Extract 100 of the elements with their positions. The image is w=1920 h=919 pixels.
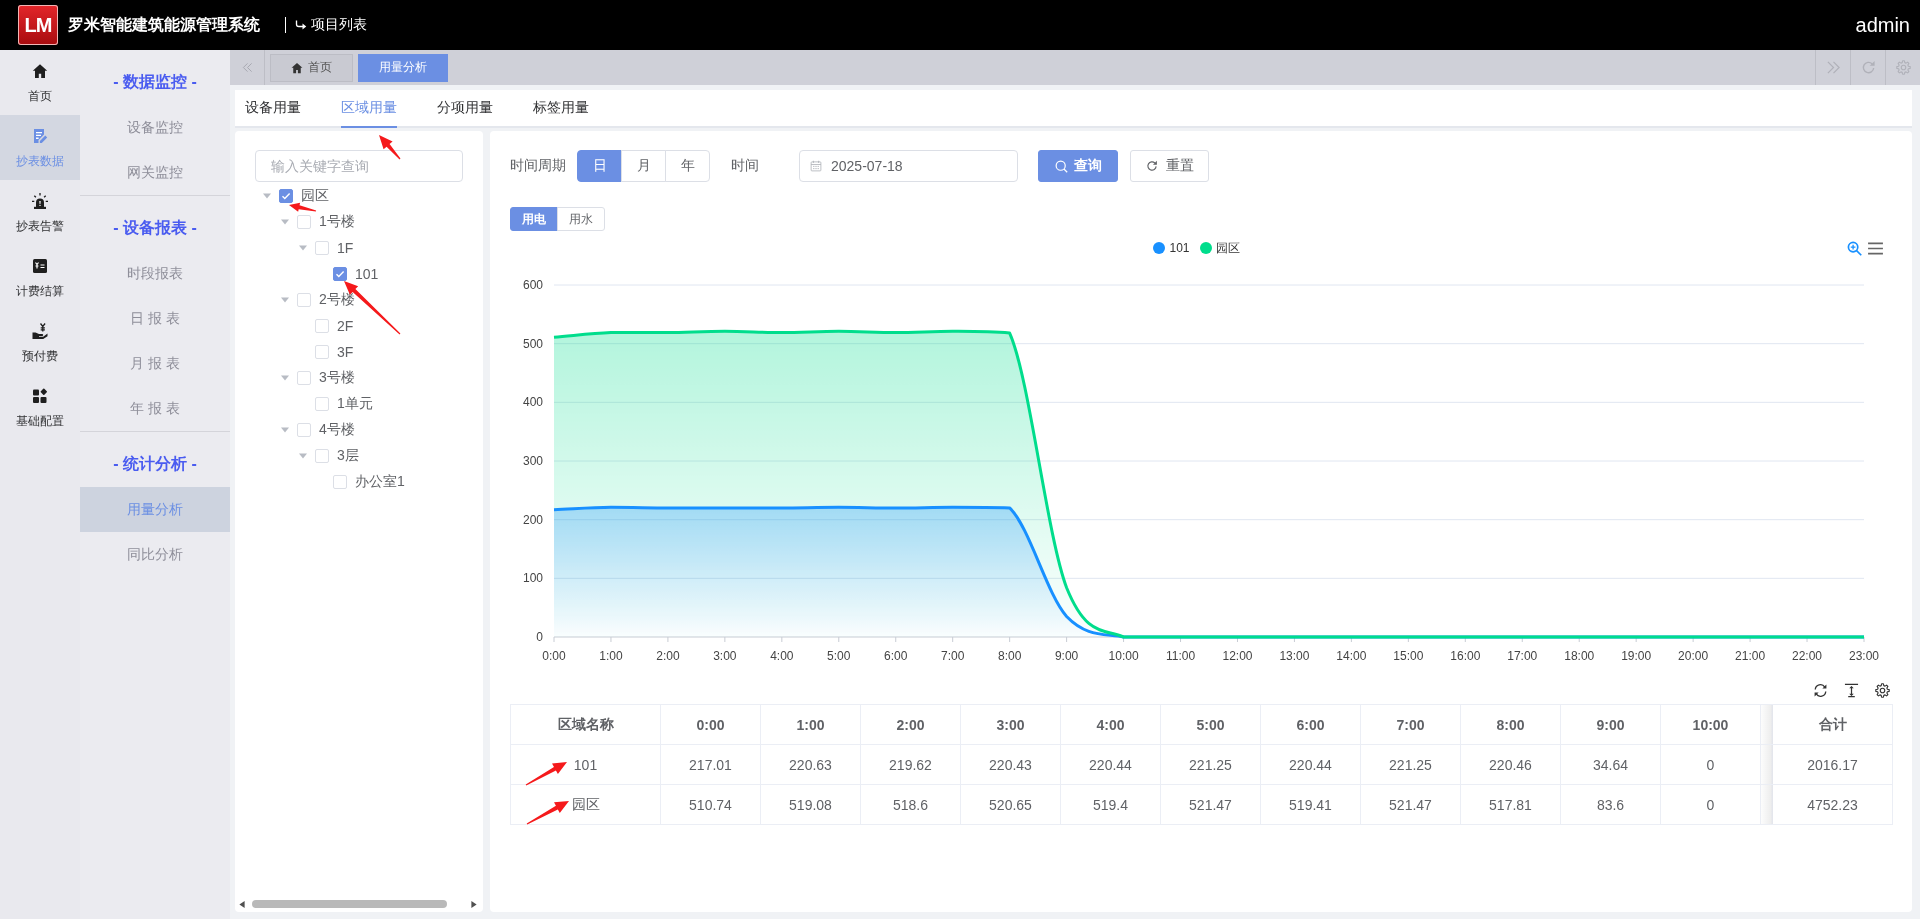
usage-tab[interactable]: 分项用量	[437, 90, 493, 128]
table-cell: 220.63	[761, 745, 861, 785]
x-axis-label: 21:00	[1735, 649, 1766, 663]
settings-icon[interactable]	[1875, 682, 1890, 698]
caret-icon[interactable]	[299, 452, 307, 460]
caret-icon[interactable]	[281, 218, 289, 226]
period-button[interactable]: 月	[621, 150, 666, 182]
home-icon	[291, 61, 303, 74]
x-axis-label: 9:00	[1054, 649, 1079, 663]
nav-item[interactable]: 预付费	[0, 310, 80, 375]
search-field[interactable]: 输入关键字查询	[255, 150, 463, 182]
x-axis-label: 10:00	[1108, 649, 1139, 663]
tree-node-label[interactable]: 1号楼	[319, 213, 355, 231]
field-label: 时间周期	[510, 157, 566, 175]
column-header: 8:00	[1461, 705, 1561, 745]
tree-node-label[interactable]: 2F	[337, 318, 354, 334]
table-cell: 221.25	[1361, 745, 1461, 785]
user-name[interactable]: admin	[1855, 13, 1910, 37]
search-icon	[1054, 159, 1068, 173]
x-axis-label: 3:00	[713, 649, 737, 663]
nav-item[interactable]: 抄表告警	[0, 180, 80, 245]
tree-node-label[interactable]: 101	[355, 266, 379, 282]
column-header: 9:00	[1561, 705, 1661, 745]
column-height-icon[interactable]	[1844, 682, 1859, 698]
x-axis-label: 7:00	[941, 649, 965, 663]
zoom-in-icon[interactable]	[1847, 240, 1862, 256]
annotation-arrow	[379, 135, 401, 160]
checkbox[interactable]	[279, 189, 293, 203]
annotation-arrow	[526, 801, 569, 825]
tree-node-label[interactable]: 4号楼	[319, 421, 355, 439]
legend-label[interactable]: 101	[1169, 241, 1190, 255]
tree-node-label[interactable]: 3F	[337, 344, 354, 360]
nav-item[interactable]: 基础配置	[0, 375, 80, 440]
caret-icon[interactable]	[281, 374, 289, 382]
checkbox[interactable]	[333, 267, 347, 281]
usage-tab[interactable]: 区域用量	[341, 90, 397, 128]
scrollbar-thumb[interactable]	[252, 900, 447, 908]
menu-icon[interactable]	[1868, 241, 1883, 255]
tree-node-label[interactable]: 1F	[337, 240, 354, 256]
y-axis-label: 500	[522, 336, 543, 351]
table-cell: 34.64	[1561, 745, 1661, 785]
column-header: 3:00	[961, 705, 1061, 745]
x-axis-label: 23:00	[1849, 649, 1879, 663]
table-cell: 220.43	[961, 745, 1061, 785]
caret-icon[interactable]	[281, 426, 289, 434]
y-axis-label: 300	[522, 454, 543, 468]
table-cell: 0	[1661, 785, 1761, 825]
legend-dot-icon[interactable]	[1199, 242, 1212, 254]
curved-arrow-icon	[295, 19, 307, 31]
x-axis-label: 16:00	[1450, 649, 1481, 663]
date-field[interactable]: 2025-07-18	[799, 150, 1018, 182]
table-cell: 518.6	[861, 785, 961, 825]
usage-tab[interactable]: 设备用量	[245, 90, 301, 128]
column-header: 5:00	[1161, 705, 1261, 745]
table-cell: 510.74	[661, 785, 761, 825]
caret-icon[interactable]	[299, 244, 307, 252]
y-axis-label: 400	[522, 395, 543, 410]
reset-button[interactable]: 重置	[1130, 150, 1209, 182]
nav-section-heading: - 设备报表 -	[112, 218, 198, 238]
caret-icon[interactable]	[281, 296, 289, 304]
column-header: 区域名称	[511, 705, 661, 745]
page-tab[interactable]: 首页	[270, 53, 353, 82]
x-axis-label: 2:00	[656, 649, 680, 663]
tree-node-label[interactable]: 2号楼	[319, 291, 355, 309]
x-axis-label: 22:00	[1792, 649, 1823, 663]
project-list-link[interactable]: 项目列表	[295, 16, 367, 34]
scroll-left-icon[interactable]	[239, 900, 245, 908]
nav-item[interactable]: 计费结算	[0, 245, 80, 310]
table-cell: 2016.17	[1761, 745, 1893, 785]
tree-node-label[interactable]: 1单元	[337, 395, 373, 413]
x-axis-label: 14:00	[1336, 649, 1367, 663]
sync-icon[interactable]	[1813, 682, 1828, 698]
table-cell: 221.25	[1161, 745, 1261, 785]
usage-tab[interactable]: 标签用量	[533, 90, 589, 128]
refresh-icon	[1145, 160, 1158, 172]
tree-node-label[interactable]: 办公室1	[355, 473, 405, 491]
column-header: 1:00	[761, 705, 861, 745]
x-axis-label: 0:00	[542, 649, 566, 663]
legend-dot-icon[interactable]	[1153, 242, 1166, 254]
caret-icon[interactable]	[263, 192, 271, 200]
table-cell: 520.65	[961, 785, 1061, 825]
receipt-icon	[32, 258, 48, 274]
annotation-arrow	[289, 202, 317, 212]
scroll-right-icon[interactable]	[471, 900, 477, 908]
energy-type-button[interactable]: 用水	[557, 207, 605, 231]
tree-node-label[interactable]: 3号楼	[319, 369, 355, 387]
period-button[interactable]: 年	[665, 150, 710, 182]
column-header: 4:00	[1061, 705, 1161, 745]
table-cell: 217.01	[661, 745, 761, 785]
table-cell: 521.47	[1361, 785, 1461, 825]
tree-node-label[interactable]: 园区	[301, 187, 329, 205]
siren-icon	[32, 193, 48, 209]
app-title: 罗米智能建筑能源管理系统	[68, 14, 260, 35]
refresh-icon	[1860, 60, 1876, 75]
table-cell: 519.41	[1261, 785, 1361, 825]
nav-item[interactable]: 首页	[0, 50, 80, 115]
column-header: 10:00	[1661, 705, 1761, 745]
tree-node-label[interactable]: 3层	[337, 447, 359, 465]
legend-label[interactable]: 园区	[1215, 239, 1240, 257]
x-axis-label: 20:00	[1678, 649, 1709, 663]
